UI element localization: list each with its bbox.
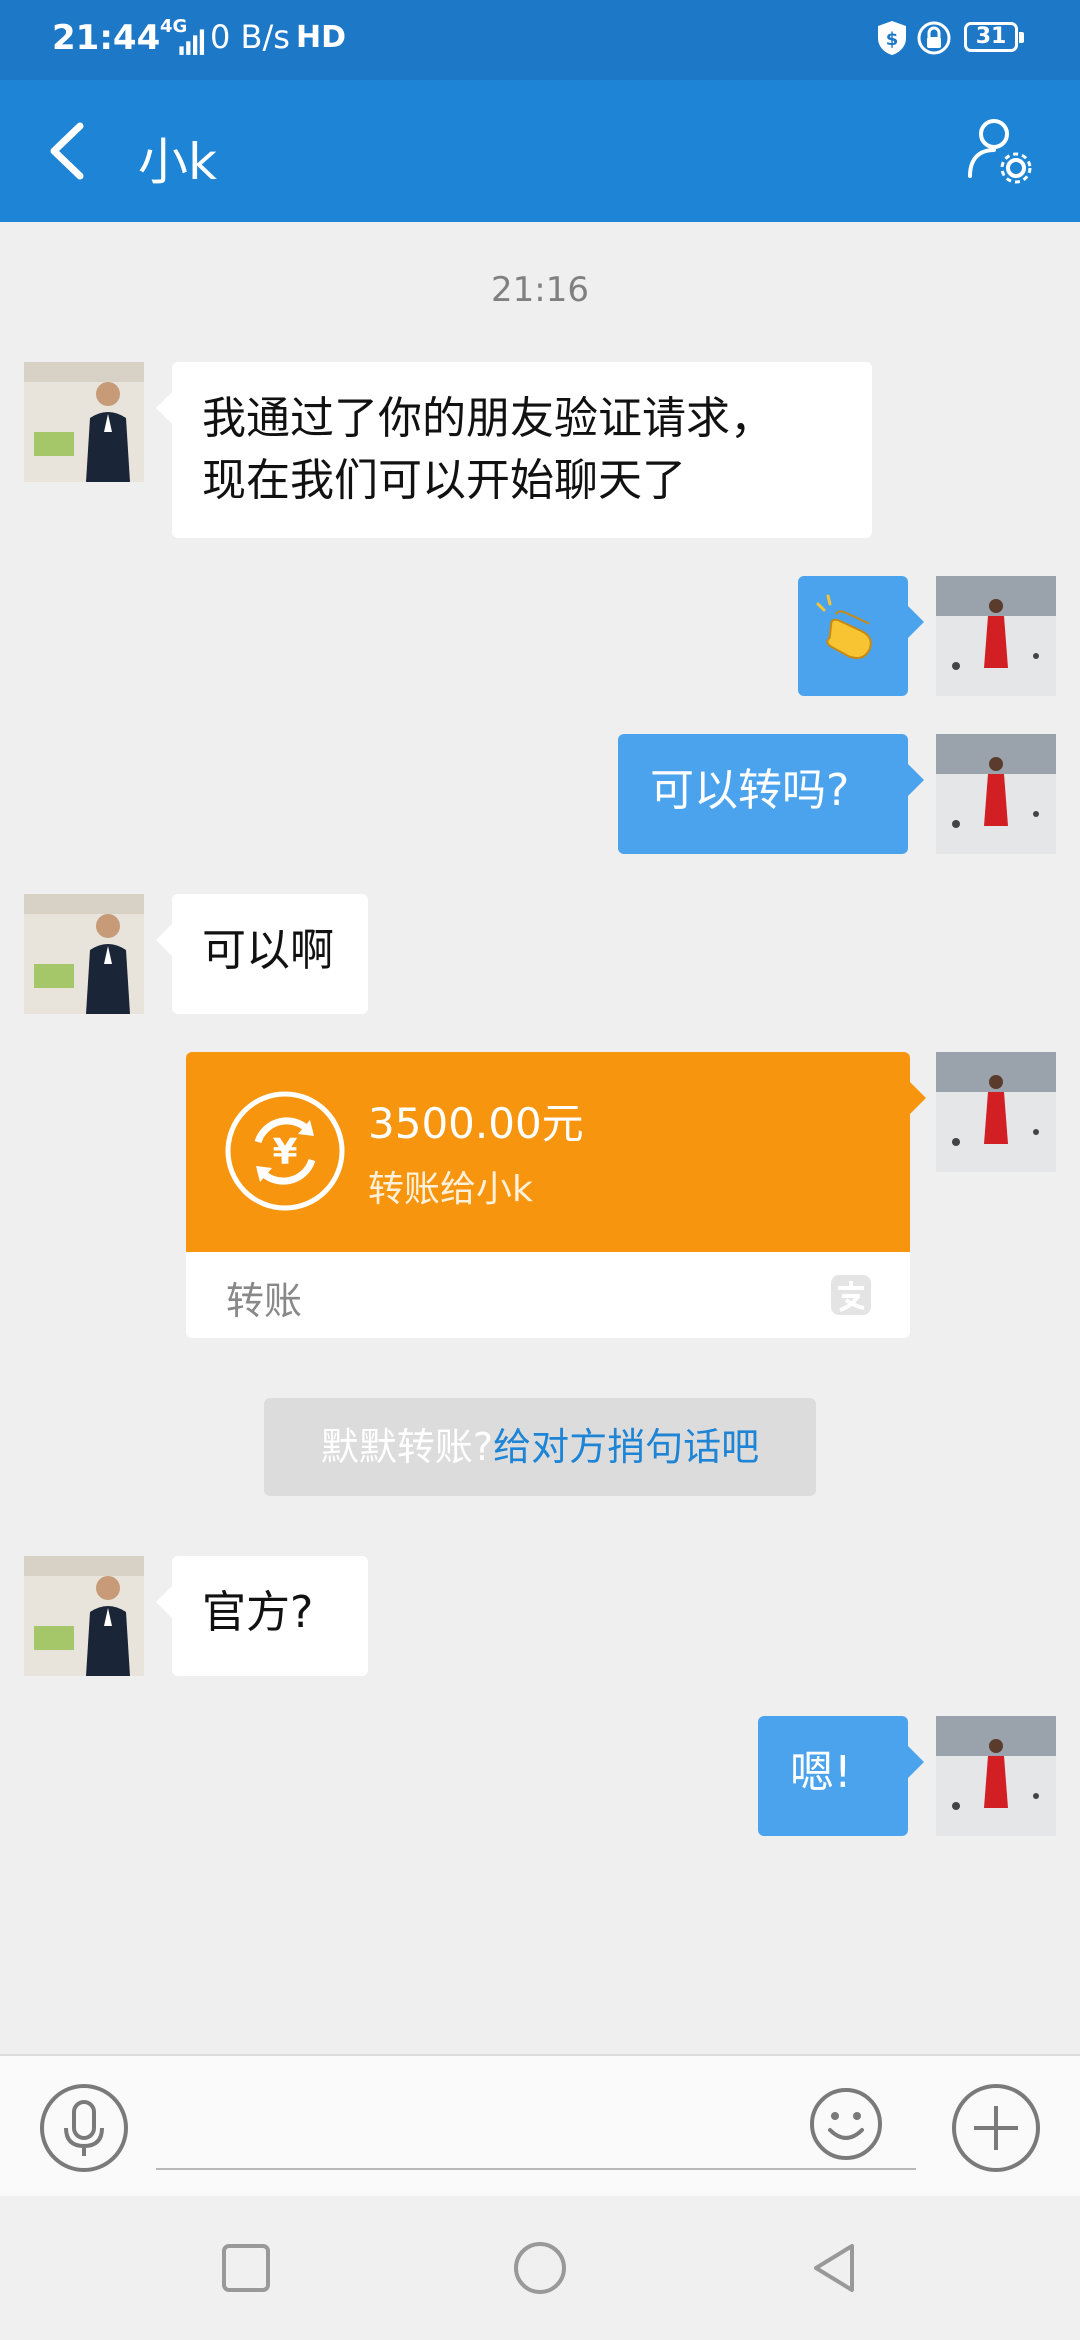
- user-avatar[interactable]: [936, 734, 1056, 854]
- back-icon[interactable]: [806, 2240, 862, 2296]
- lock-rotation-icon: [917, 21, 951, 55]
- incoming-message[interactable]: 我通过了你的朋友验证请求， 现在我们可以开始聊天了: [156, 362, 872, 538]
- transfer-amount: 3500.00元: [368, 1099, 584, 1148]
- svg-text:¥: ¥: [272, 1132, 297, 1173]
- prompt-link[interactable]: 给对方捎句话吧: [493, 1425, 759, 1469]
- user-avatar[interactable]: [936, 1716, 1056, 1836]
- message-input-bar: [0, 2054, 1080, 2198]
- microphone-icon[interactable]: [38, 2082, 130, 2174]
- incoming-message[interactable]: 官方?: [156, 1556, 368, 1676]
- transfer-description: 转账给小k: [368, 1169, 533, 1210]
- add-icon[interactable]: [950, 2082, 1042, 2174]
- chat-header: 小k: [0, 80, 1080, 222]
- message-input[interactable]: [156, 2086, 916, 2170]
- outgoing-message[interactable]: 嗯!: [758, 1716, 924, 1836]
- status-bar: 21:44 4G 0 B/s HD $ 31: [0, 0, 1080, 80]
- chat-timestamp: 21:16: [491, 270, 589, 310]
- transfer-label: 转账: [226, 1279, 303, 1323]
- transfer-yuan-icon: ¥: [225, 1091, 345, 1211]
- outgoing-emoji-message[interactable]: [798, 576, 924, 696]
- shield-icon: $: [878, 21, 906, 55]
- emoji-icon[interactable]: [808, 2086, 884, 2162]
- clapping-hands-emoji-icon: [816, 594, 872, 659]
- back-arrow-icon[interactable]: [40, 118, 100, 184]
- transfer-card[interactable]: ¥ 3500.00元 转账给小k 转账: [186, 1052, 926, 1338]
- transfer-card-header: ¥ 3500.00元 转账给小k: [186, 1052, 926, 1252]
- prompt-text: 默默转账?: [320, 1425, 494, 1469]
- contact-avatar[interactable]: [24, 1556, 144, 1676]
- contact-avatar[interactable]: [24, 362, 144, 482]
- user-avatar[interactable]: [936, 1052, 1056, 1172]
- profile-settings-icon[interactable]: [960, 110, 1040, 190]
- system-navigation-bar: [0, 2196, 1080, 2340]
- user-avatar[interactable]: [936, 576, 1056, 696]
- transfer-message-prompt: 默默转账?给对方捎句话吧: [264, 1398, 816, 1496]
- signal-icon: [179, 29, 205, 55]
- incoming-message[interactable]: 可以啊: [156, 894, 368, 1014]
- alipay-icon: [831, 1275, 871, 1315]
- contact-avatar[interactable]: [24, 894, 144, 1014]
- battery-indicator: 31: [964, 22, 1024, 52]
- recent-apps-icon[interactable]: [218, 2240, 274, 2296]
- transfer-card-footer: 转账: [186, 1252, 910, 1338]
- chat-title: 小k: [138, 133, 217, 191]
- svg-text:$: $: [886, 29, 899, 50]
- hd-icon: HD: [296, 20, 347, 55]
- home-icon[interactable]: [512, 2240, 568, 2296]
- outgoing-message[interactable]: 可以转吗?: [618, 734, 924, 854]
- network-speed: 0 B/s: [210, 18, 290, 56]
- status-time: 21:44: [52, 18, 161, 58]
